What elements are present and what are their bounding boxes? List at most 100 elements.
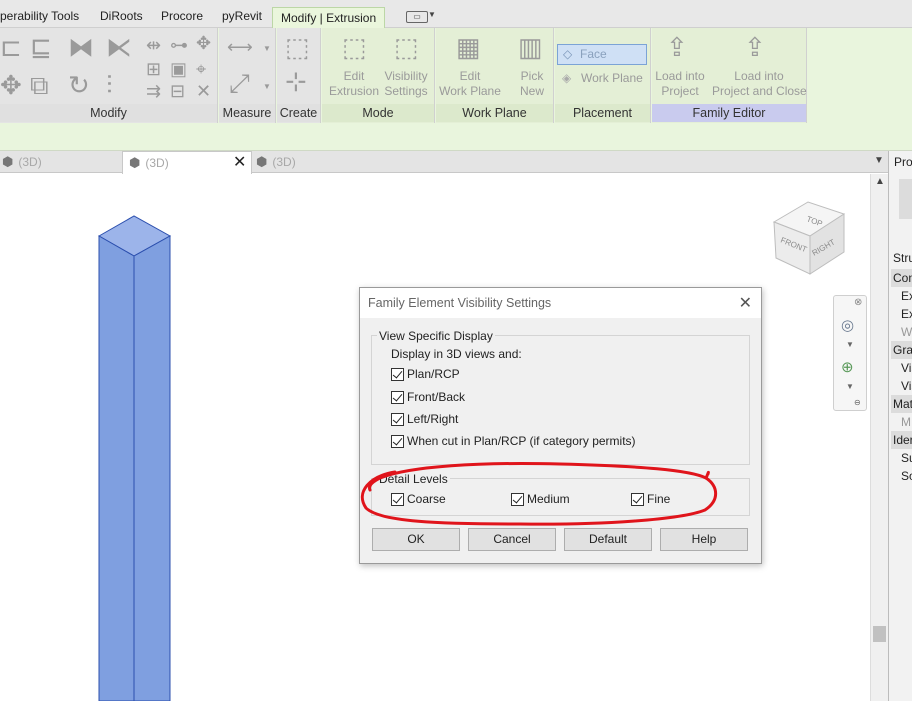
dimension-icon[interactable]: ⤢ [229, 70, 250, 96]
tab-interoperability-tools[interactable]: perability Tools [0, 6, 79, 26]
face-placement-button[interactable]: ◇ Face [557, 44, 647, 65]
edit-work-plane-label-2[interactable]: Work Plane [436, 84, 504, 99]
close-icon[interactable]: ✕ [739, 293, 752, 313]
view-tab-3d-active[interactable]: ⬢ (3D) ✕ [122, 151, 252, 174]
properties-row[interactable]: Mat [891, 395, 912, 413]
properties-row[interactable]: W [893, 323, 912, 341]
load-into-project-close-label-1[interactable]: Load into [712, 69, 806, 84]
edit-work-plane-icon[interactable]: ▦ [456, 34, 481, 60]
move-icon[interactable]: ✥ [0, 72, 22, 98]
viewcube[interactable]: TOP FRONT RIGHT [770, 196, 850, 280]
quick-access-icon[interactable]: ▭ [406, 11, 428, 23]
checkbox-checked-icon[interactable] [511, 493, 524, 506]
view-tab-3d-1[interactable]: ⬢ (3D) [0, 151, 118, 173]
offset-icon[interactable]: ⊑ [30, 34, 52, 60]
array-icon[interactable]: ⊞ [146, 60, 161, 78]
when-cut-checkbox[interactable]: When cut in Plan/RCP (if category permit… [391, 434, 636, 449]
copy-icon[interactable]: ⧉ [30, 72, 49, 98]
properties-row[interactable]: Gra [891, 341, 912, 359]
unpin-icon[interactable]: ✥ [196, 34, 211, 52]
properties-row[interactable]: Ex [893, 305, 912, 323]
split-gap-icon[interactable]: ⊶ [170, 36, 188, 54]
checkbox-checked-icon[interactable] [391, 368, 404, 381]
tab-menu-dropdown-icon[interactable]: ▼ [874, 155, 884, 166]
collapse-icon[interactable]: ⊖ [854, 398, 861, 407]
rotate-icon[interactable]: ↻ [68, 72, 90, 98]
checkbox-checked-icon[interactable] [391, 493, 404, 506]
medium-checkbox[interactable]: Medium [511, 492, 570, 507]
close-icon[interactable]: ✕ [233, 152, 246, 174]
properties-row[interactable]: Con [891, 269, 912, 287]
create-similar-icon[interactable]: ⊹ [285, 68, 307, 94]
checkbox-checked-icon[interactable] [631, 493, 644, 506]
steering-wheel-icon[interactable]: ◎ [841, 316, 854, 334]
edit-extrusion-icon[interactable]: ⬚ [342, 34, 367, 60]
chevron-down-icon[interactable]: ▼ [846, 340, 854, 349]
align-icon[interactable]: ⊏ [0, 34, 22, 60]
split-icon[interactable]: ⇹ [146, 36, 161, 54]
pick-new-icon[interactable]: ▥ [518, 34, 543, 60]
dimension-dropdown-icon[interactable]: ▼ [263, 78, 271, 96]
properties-row[interactable]: M [893, 413, 912, 431]
default-button[interactable]: Default [564, 528, 652, 551]
plan-rcp-checkbox[interactable]: Plan/RCP [391, 367, 460, 382]
close-icon[interactable]: ⊗ [854, 297, 862, 308]
extrusion-right-face [133, 235, 171, 701]
pin-icon[interactable]: ⌖ [196, 60, 206, 78]
view-tab-3d-3[interactable]: ⬢ (3D) [254, 151, 354, 173]
tab-pyrevit[interactable]: pyRevit [222, 6, 262, 26]
tab-procore[interactable]: Procore [161, 6, 203, 26]
measure-icon[interactable]: ⟷ [227, 38, 253, 56]
scroll-up-icon[interactable]: ▲ [875, 176, 885, 187]
load-into-project-close-icon[interactable]: ⇪ [744, 34, 766, 60]
create-group-icon[interactable]: ⬚ [285, 34, 310, 60]
load-into-project-close-label-2[interactable]: Project and Close [712, 84, 807, 99]
ok-button[interactable]: OK [372, 528, 460, 551]
coarse-checkbox[interactable]: Coarse [391, 492, 446, 507]
pick-new-label-2[interactable]: New [510, 84, 554, 99]
edit-extrusion-label-1[interactable]: Edit [326, 69, 382, 84]
fine-checkbox[interactable]: Fine [631, 492, 670, 507]
tab-modify-extrusion[interactable]: Modify | Extrusion [272, 7, 386, 28]
load-into-project-label-1[interactable]: Load into [652, 69, 708, 84]
mirror-axis-icon[interactable]: ⧓ [68, 34, 94, 60]
edit-work-plane-label-1[interactable]: Edit [436, 69, 504, 84]
zoom-icon[interactable]: ⊕ [841, 358, 854, 376]
work-plane-placement-button[interactable]: ◈ Work Plane [557, 69, 647, 87]
delete-icon[interactable]: ✕ [196, 82, 211, 100]
visibility-settings-label-1[interactable]: Visibility [378, 69, 434, 84]
load-into-project-icon[interactable]: ⇪ [666, 34, 688, 60]
measure-dropdown-icon[interactable]: ▼ [263, 40, 271, 58]
mirror-draw-icon[interactable]: ⧔ [106, 34, 132, 60]
properties-row[interactable]: Su [893, 449, 912, 467]
checkbox-checked-icon[interactable] [391, 391, 404, 404]
trim-single-icon[interactable]: ⇉ [146, 82, 161, 100]
properties-row[interactable]: Vis [893, 377, 912, 395]
load-into-project-label-2[interactable]: Project [652, 84, 708, 99]
checkbox-checked-icon[interactable] [391, 413, 404, 426]
properties-row[interactable]: Ider [891, 431, 912, 449]
trim-icon[interactable]: ⫶ [106, 72, 113, 98]
pick-new-label-1[interactable]: Pick [510, 69, 554, 84]
type-selector-image[interactable] [899, 179, 912, 219]
cancel-button[interactable]: Cancel [468, 528, 556, 551]
left-right-checkbox[interactable]: Left/Right [391, 412, 458, 427]
properties-row[interactable]: Ex [893, 287, 912, 305]
front-back-checkbox[interactable]: Front/Back [391, 390, 465, 405]
properties-row[interactable]: Stru [893, 249, 912, 267]
trim-multiple-icon[interactable]: ⊟ [170, 82, 185, 100]
vertical-scrollbar[interactable]: ▲ [870, 174, 888, 701]
chevron-down-icon[interactable]: ▼ [846, 382, 854, 391]
work-plane-icon: ◈ [562, 71, 572, 85]
scrollbar-thumb[interactable] [873, 626, 886, 642]
properties-row[interactable]: So [893, 467, 912, 485]
properties-row[interactable]: Vis [893, 359, 912, 377]
scale-icon[interactable]: ▣ [170, 60, 187, 78]
checkbox-checked-icon[interactable] [391, 435, 404, 448]
quick-access-dropdown-icon[interactable]: ▼ [428, 10, 436, 19]
visibility-settings-icon[interactable]: ⬚ [394, 34, 419, 60]
help-button[interactable]: Help [660, 528, 748, 551]
tab-diroots[interactable]: DiRoots [100, 6, 143, 26]
edit-extrusion-label-2[interactable]: Extrusion [326, 84, 382, 99]
visibility-settings-label-2[interactable]: Settings [378, 84, 434, 99]
